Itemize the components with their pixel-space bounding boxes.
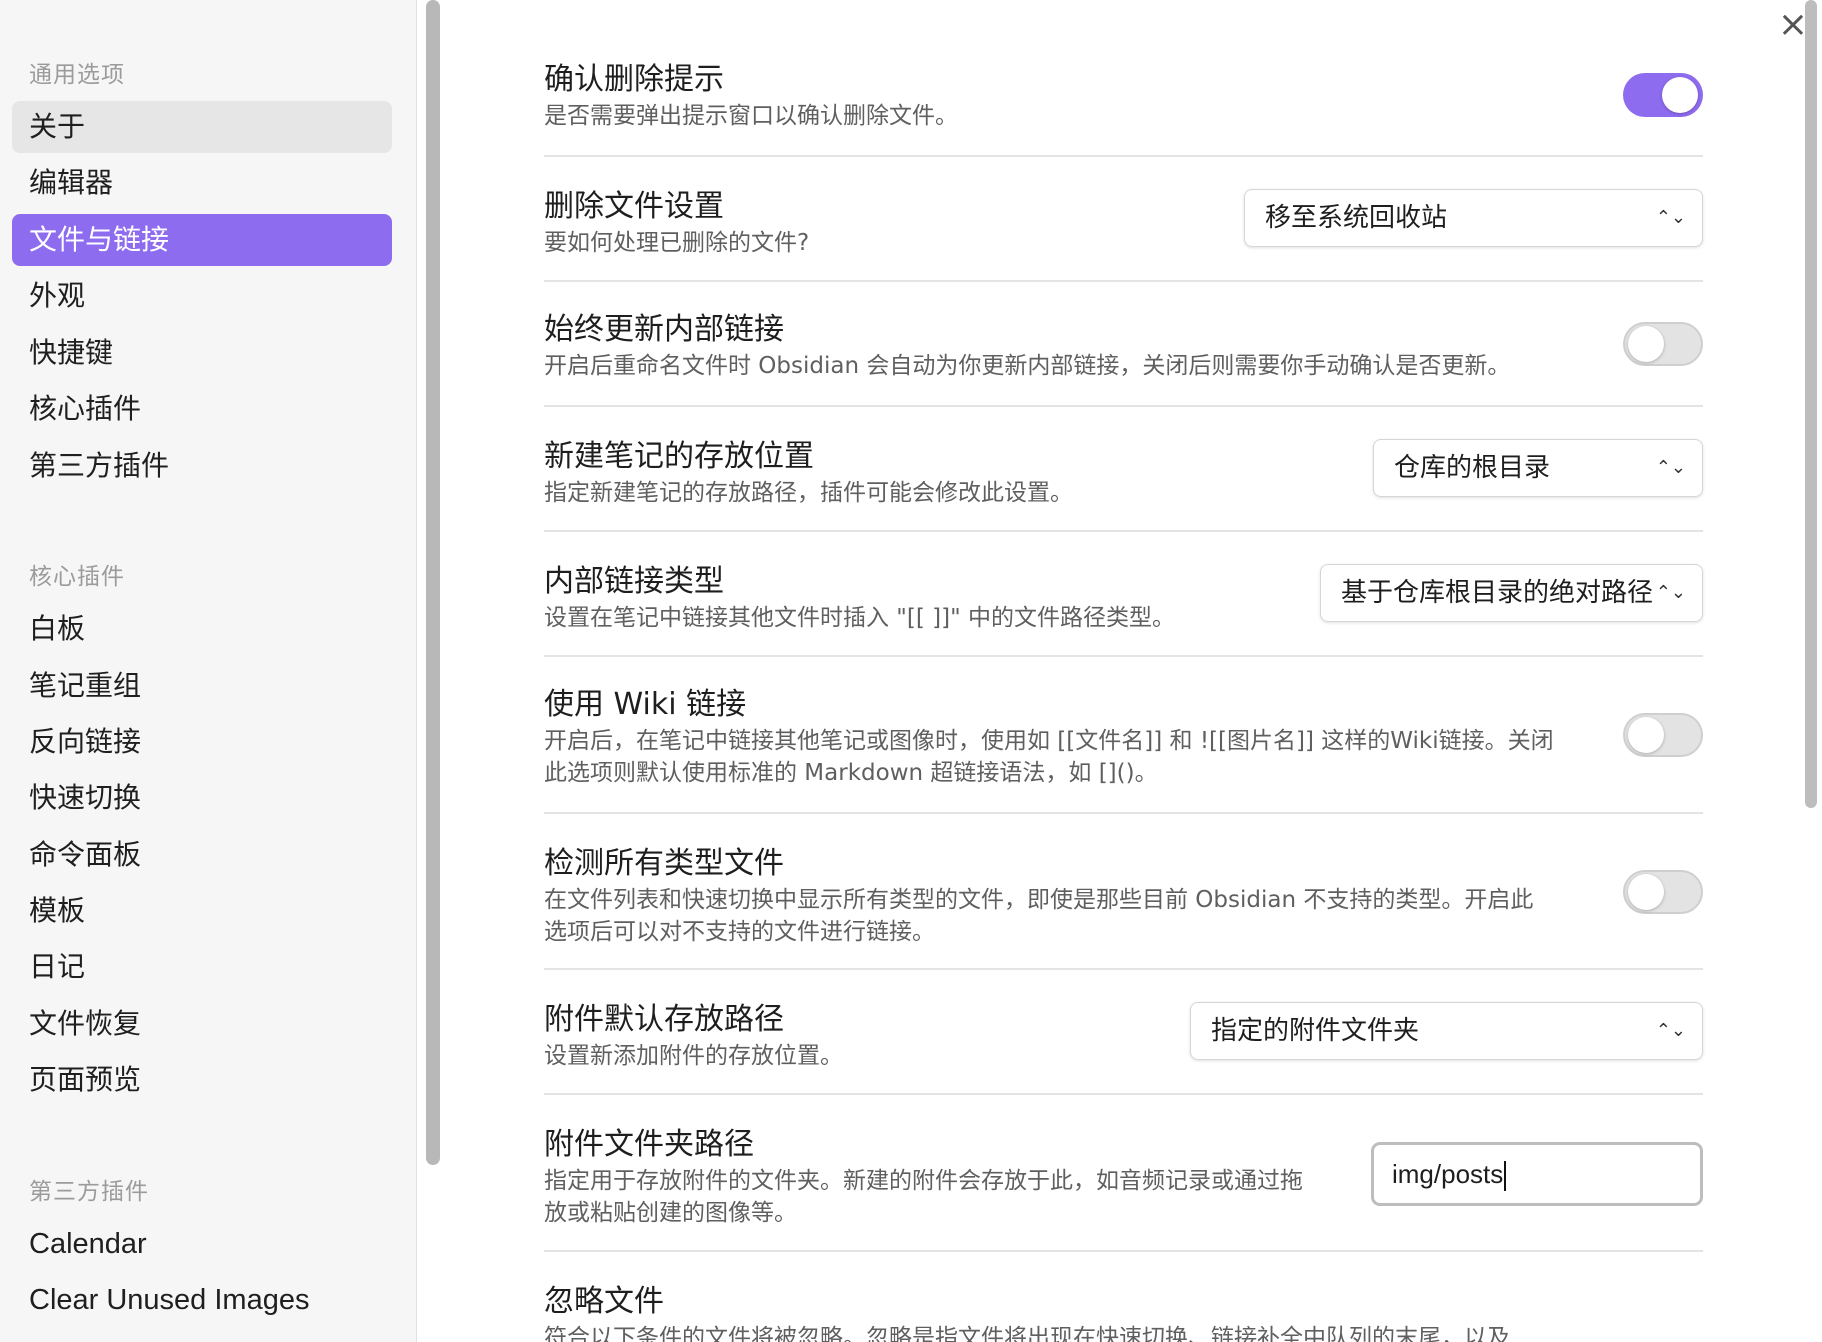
- setting-desc: 是否需要弹出提示窗口以确认删除文件。: [544, 103, 958, 129]
- sidebar-item-command-palette[interactable]: 命令面板: [12, 829, 392, 881]
- setting-desc: 符合以下条件的文件将被忽略。忽略是指文件将出现在快速切换、链接补全中队列的末尾，…: [544, 1325, 1510, 1342]
- chevron-updown-icon: ⌃⌄: [1655, 582, 1686, 603]
- group-title-community: 第三方插件: [29, 1179, 149, 1205]
- setting-desc-line1: 开启后，在笔记中链接其他笔记或图像时，使用如 [[文件名]] 和 ![[图片名]…: [544, 728, 1554, 754]
- setting-desc-line1: 指定用于存放附件的文件夹。新建的附件会存放于此，如音频记录或通过拖: [544, 1168, 1303, 1194]
- settings-sidebar: 通用选项 关于 编辑器 文件与链接 外观 快捷键 核心插件 第三方插件 核心插件…: [0, 0, 417, 1342]
- sidebar-item-backlinks[interactable]: 反向链接: [12, 716, 392, 768]
- sidebar-item-daily-notes[interactable]: 日记: [12, 941, 392, 993]
- update-links-toggle[interactable]: [1623, 322, 1703, 366]
- sidebar-item-file-recovery[interactable]: 文件恢复: [12, 998, 392, 1050]
- sidebar-item-community-plugins[interactable]: 第三方插件: [12, 440, 392, 492]
- sidebar-item-page-preview[interactable]: 页面预览: [12, 1054, 392, 1106]
- chevron-updown-icon: ⌃⌄: [1655, 207, 1686, 228]
- sidebar-item-quick-switcher[interactable]: 快速切换: [12, 772, 392, 824]
- setting-confirm-delete: 确认删除提示 是否需要弹出提示窗口以确认删除文件。: [544, 40, 1703, 157]
- setting-name: 附件文件夹路径: [544, 1127, 754, 1162]
- setting-new-note-location: 新建笔记的存放位置 指定新建笔记的存放路径，插件可能会修改此设置。 仓库的根目录…: [544, 407, 1703, 532]
- setting-use-wikilinks: 使用 Wiki 链接 开启后，在笔记中链接其他笔记或图像时，使用如 [[文件名]…: [544, 657, 1703, 814]
- confirm-delete-toggle[interactable]: [1623, 73, 1703, 117]
- setting-attachment-folder-path: 附件文件夹路径 指定用于存放附件的文件夹。新建的附件会存放于此，如音频记录或通过…: [544, 1095, 1703, 1252]
- toggle-knob: [1628, 326, 1664, 362]
- setting-link-format: 内部链接类型 设置在笔记中链接其他文件时插入 "[[ ]]" 中的文件路径类型。…: [544, 532, 1703, 657]
- setting-name: 新建笔记的存放位置: [544, 439, 814, 474]
- setting-name: 内部链接类型: [544, 564, 724, 599]
- setting-desc-line1: 在文件列表和快速切换中显示所有类型的文件，即使是那些目前 Obsidian 不支…: [544, 887, 1534, 913]
- chevron-updown-icon: ⌃⌄: [1655, 457, 1686, 478]
- setting-desc-line2: 选项后可以对不支持的文件进行链接。: [544, 919, 935, 945]
- sidebar-item-clear-unused-images[interactable]: Clear Unused Images: [12, 1274, 392, 1326]
- new-note-location-select[interactable]: 仓库的根目录 ⌃⌄: [1373, 439, 1703, 497]
- toggle-knob: [1628, 874, 1664, 910]
- input-value: img/posts: [1392, 1159, 1504, 1189]
- attachment-folder-input[interactable]: img/posts: [1371, 1142, 1703, 1206]
- group-title-general: 通用选项: [29, 62, 125, 88]
- setting-deleted-files: 删除文件设置 要如何处理已删除的文件? 移至系统回收站 ⌃⌄: [544, 157, 1703, 282]
- setting-detect-all-file-types: 检测所有类型文件 在文件列表和快速切换中显示所有类型的文件，即使是那些目前 Ob…: [544, 814, 1703, 970]
- sidebar-scrollbar-thumb[interactable]: [426, 0, 440, 1165]
- select-value: 基于仓库根目录的绝对路径: [1341, 578, 1654, 608]
- group-title-core: 核心插件: [29, 564, 125, 590]
- sidebar-item-canvas[interactable]: 白板: [12, 603, 392, 655]
- sidebar-item-calendar[interactable]: Calendar: [12, 1218, 392, 1270]
- toggle-knob: [1662, 77, 1698, 113]
- sidebar-item-appearance[interactable]: 外观: [12, 270, 392, 322]
- toggle-knob: [1628, 717, 1664, 753]
- sidebar-item-about[interactable]: 关于: [12, 101, 392, 153]
- setting-desc-line2: 此选项则默认使用标准的 Markdown 超链接语法，如 []()。: [544, 760, 1158, 786]
- attachment-location-select[interactable]: 指定的附件文件夹 ⌃⌄: [1190, 1002, 1703, 1060]
- setting-desc: 设置在笔记中链接其他文件时插入 "[[ ]]" 中的文件路径类型。: [544, 605, 1175, 631]
- setting-excluded-files: 忽略文件 符合以下条件的文件将被忽略。忽略是指文件将出现在快速切换、链接补全中队…: [544, 1252, 1703, 1342]
- text-caret: [1504, 1161, 1507, 1192]
- chevron-updown-icon: ⌃⌄: [1655, 1020, 1686, 1041]
- select-value: 仓库的根目录: [1394, 453, 1551, 483]
- select-value: 指定的附件文件夹: [1211, 1016, 1420, 1046]
- sidebar-item-files-links[interactable]: 文件与链接: [12, 214, 392, 266]
- deleted-files-select[interactable]: 移至系统回收站 ⌃⌄: [1244, 189, 1703, 247]
- sidebar-item-core-plugins[interactable]: 核心插件: [12, 383, 392, 435]
- setting-desc-line2: 放或粘贴创建的图像等。: [544, 1200, 797, 1226]
- setting-name: 删除文件设置: [544, 189, 724, 224]
- sidebar-item-templates[interactable]: 模板: [12, 885, 392, 937]
- setting-attachment-location: 附件默认存放路径 设置新添加附件的存放位置。 指定的附件文件夹 ⌃⌄: [544, 970, 1703, 1095]
- setting-name: 使用 Wiki 链接: [544, 687, 747, 722]
- setting-desc: 要如何处理已删除的文件?: [544, 230, 810, 256]
- link-format-select[interactable]: 基于仓库根目录的绝对路径 ⌃⌄: [1320, 564, 1703, 622]
- setting-name: 检测所有类型文件: [544, 846, 784, 881]
- setting-name: 忽略文件: [544, 1284, 664, 1319]
- wikilinks-toggle[interactable]: [1623, 713, 1703, 757]
- sidebar-item-hotkeys[interactable]: 快捷键: [12, 327, 392, 379]
- setting-name: 确认删除提示: [544, 62, 724, 97]
- setting-desc: 开启后重命名文件时 Obsidian 会自动为你更新内部链接，关闭后则需要你手动…: [544, 353, 1511, 379]
- detect-all-files-toggle[interactable]: [1623, 870, 1703, 914]
- setting-name: 始终更新内部链接: [544, 312, 784, 347]
- setting-desc: 指定新建笔记的存放路径，插件可能会修改此设置。: [544, 480, 1073, 506]
- setting-desc: 设置新添加附件的存放位置。: [544, 1043, 843, 1069]
- setting-name: 附件默认存放路径: [544, 1002, 784, 1037]
- main-scrollbar-thumb[interactable]: [1805, 0, 1817, 808]
- sidebar-item-note-composer[interactable]: 笔记重组: [12, 660, 392, 712]
- select-value: 移至系统回收站: [1265, 203, 1448, 233]
- sidebar-item-editor[interactable]: 编辑器: [12, 157, 392, 209]
- setting-update-internal-links: 始终更新内部链接 开启后重命名文件时 Obsidian 会自动为你更新内部链接，…: [544, 282, 1703, 407]
